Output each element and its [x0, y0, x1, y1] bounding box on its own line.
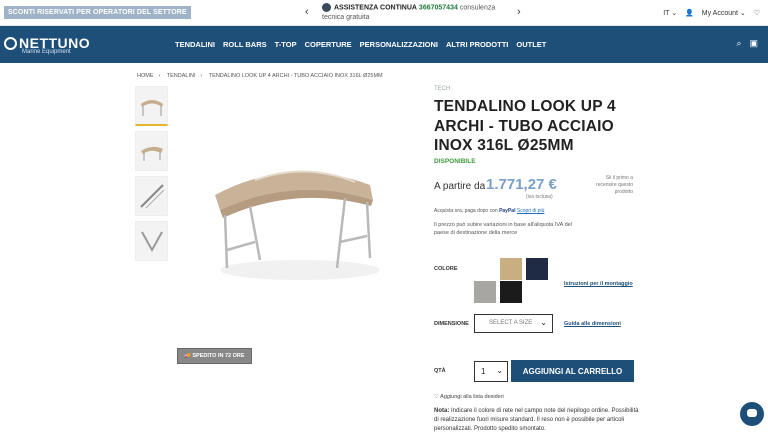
mounting-instructions-link[interactable]: Istruzioni per il montaggio [564, 281, 633, 287]
quantity-select[interactable]: 1 ⌄ [474, 361, 508, 382]
size-guide-link[interactable]: Guida alle dimensioni [564, 321, 621, 327]
language-label: IT [663, 10, 670, 17]
assistance-info: ASSISTENZA CONTINUA 3667057434 consulenz… [322, 3, 512, 23]
shipping-badge-label: SPEDITO IN 72 ORE [192, 353, 245, 359]
color-swatch-beige[interactable] [500, 258, 522, 280]
color-label: COLORE [434, 266, 458, 272]
quantity-value: 1 [481, 367, 486, 376]
paypal-link[interactable]: Scopri di più [517, 208, 545, 214]
promo-banner[interactable]: SCONTI RISERVATI PER OPERATORI DEL SETTO… [4, 6, 191, 19]
thumbnail-3[interactable] [135, 176, 168, 216]
language-selector[interactable]: IT ⌄ [657, 10, 677, 17]
menu-item-altri-prodotti[interactable]: ALTRI PRODOTTI [446, 40, 508, 49]
product-note: Nota: Indicare il colore di rete nel cam… [434, 407, 644, 434]
main-navbar: NETTUNO Marine Equipment TENDALINI ROLL … [0, 26, 768, 63]
assist-phone[interactable]: 3667057434 [419, 4, 458, 11]
menu-item-outlet[interactable]: OUTLET [516, 40, 546, 49]
next-arrow-icon[interactable]: › [517, 6, 521, 18]
search-icon[interactable]: ⌕ [736, 38, 741, 48]
note-text: Indicare il colore di rete nel campo not… [434, 408, 639, 432]
product-price: 1.771,27 € [486, 176, 557, 193]
thumbnail-1[interactable] [135, 86, 168, 126]
note-label: Nota: [434, 408, 450, 414]
nav-icons: ⌕ ▣ [728, 38, 758, 49]
product-title: TENDALINO LOOK UP 4 ARCHI - TUBO ACCIAIO… [434, 98, 616, 154]
logo-subtitle: Marine Equipment [22, 49, 71, 55]
quantity-label: QTÀ [434, 368, 446, 374]
top-bar: SCONTI RISERVATI PER OPERATORI DEL SETTO… [0, 0, 768, 26]
color-swatch-navy[interactable] [526, 258, 548, 280]
logo[interactable]: NETTUNO Marine Equipment [4, 35, 90, 55]
account-link[interactable]: 👤 My Account ⌄ [685, 10, 746, 17]
account-label: My Account [701, 10, 738, 17]
color-swatch-black[interactable] [500, 281, 522, 303]
breadcrumb-current: TENDALINO LOOK UP 4 ARCHI - TUBO ACCIAIO… [208, 73, 383, 79]
heart-icon: ♡ [434, 394, 439, 400]
breadcrumb-category[interactable]: TENDALINI [167, 73, 196, 79]
chevron-down-icon: ⌄ [496, 366, 503, 375]
wishlist-icon[interactable]: ♡ [754, 10, 760, 17]
breadcrumb-home[interactable]: HOME [137, 73, 154, 79]
menu-item-personalizzazioni[interactable]: PERSONALIZZAZIONI [360, 40, 438, 49]
breadcrumb-separator: › [200, 73, 203, 79]
main-product-image[interactable] [195, 140, 405, 290]
shipping-badge[interactable]: 🚚 SPEDITO IN 72 ORE [177, 348, 252, 364]
product-brand: TECH [434, 86, 451, 92]
add-to-wishlist-link[interactable]: ♡ Aggiungi alla lista desideri [434, 394, 504, 400]
breadcrumb-separator: › [158, 73, 161, 79]
logo-mark-icon [4, 37, 17, 50]
phone-icon [322, 3, 331, 12]
vat-note: (iva inclusa) [526, 194, 553, 200]
chevron-down-icon: ⌄ [540, 318, 547, 327]
color-swatch-grey[interactable] [474, 281, 496, 303]
wishlist-label: Aggiungi alla lista desideri [440, 394, 504, 400]
thumbnail-2[interactable] [135, 131, 168, 171]
menu-item-tendalini[interactable]: TENDALINI [175, 40, 215, 49]
price-label: A partire da [434, 181, 486, 192]
main-menu: TENDALINI ROLL BARS T-TOP COPERTURE PERS… [175, 40, 546, 49]
breadcrumb: HOME › TENDALINI › TENDALINO LOOK UP 4 ARC… [137, 73, 383, 79]
chat-bubble-icon[interactable] [740, 402, 764, 426]
menu-item-t-top[interactable]: T-TOP [275, 40, 297, 49]
price-variation-note: Il prezzo può subire variazioni in base … [434, 222, 572, 236]
size-select[interactable]: SELECT A SIZE ⌄ [474, 314, 553, 333]
paypal-logo: PayPal [499, 208, 516, 214]
paypal-message: Acquista ora, paga dopo con PayPal Scopr… [434, 208, 544, 214]
size-select-value: SELECT A SIZE [489, 320, 533, 326]
assist-label: ASSISTENZA CONTINUA [334, 4, 417, 12]
review-link[interactable]: Sii il primo a recensire questo prodotto [585, 175, 633, 196]
thumbnail-list [135, 86, 168, 266]
thumbnail-4[interactable] [135, 221, 168, 261]
menu-item-roll-bars[interactable]: ROLL BARS [223, 40, 267, 49]
cart-icon[interactable]: ▣ [749, 38, 758, 48]
size-label: DIMENSIONE [434, 321, 469, 327]
add-to-cart-button[interactable]: AGGIUNGI AL CARRELLO [511, 360, 634, 382]
availability-badge: DISPONIBILE [434, 158, 476, 165]
top-right-links: IT ⌄ 👤 My Account ⌄ ♡ [651, 9, 760, 17]
paypal-text: Acquista ora, paga dopo con [434, 208, 498, 214]
menu-item-coperture[interactable]: COPERTURE [305, 40, 352, 49]
prev-arrow-icon[interactable]: ‹ [305, 6, 309, 18]
